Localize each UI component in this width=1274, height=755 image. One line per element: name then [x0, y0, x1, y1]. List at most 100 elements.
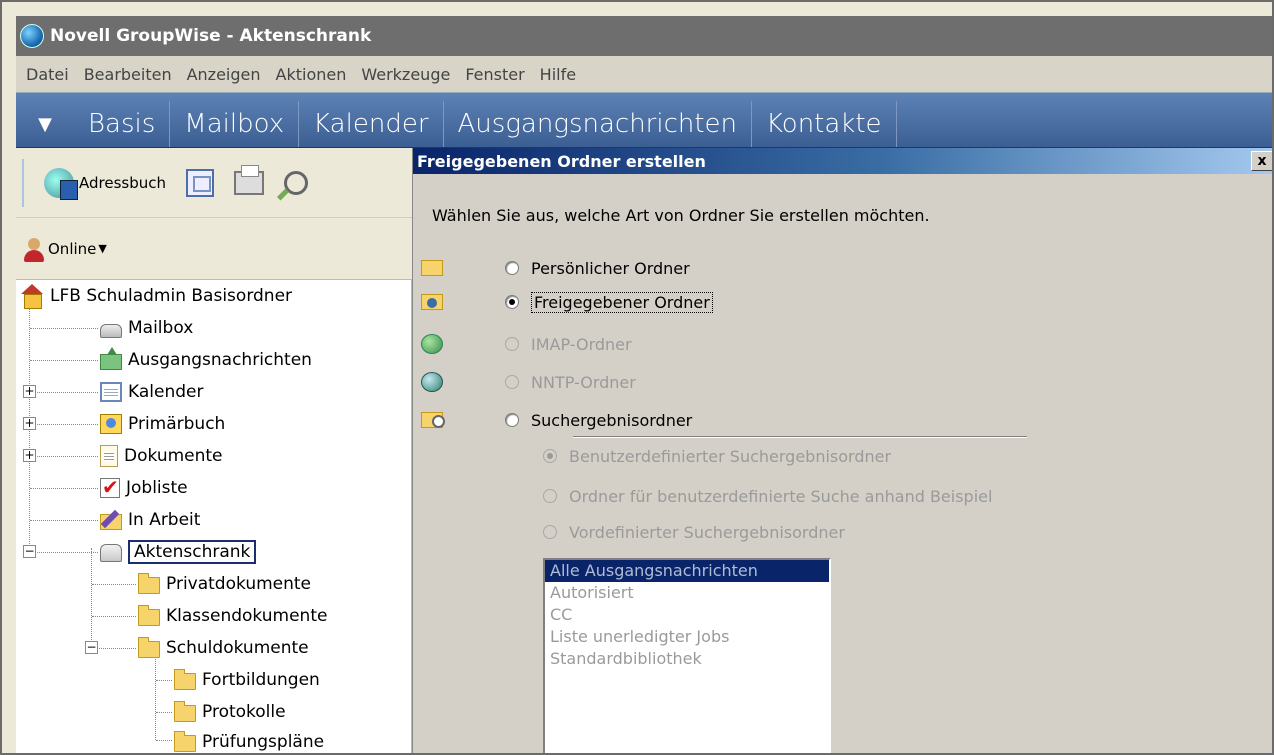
- tree-item-fortbildungen[interactable]: Fortbildungen: [174, 664, 320, 696]
- menu-fenster[interactable]: Fenster: [465, 65, 524, 84]
- expand-primaerbuch-icon[interactable]: +: [23, 417, 36, 430]
- radio-search-results-folder[interactable]: [505, 413, 519, 427]
- tree-item-jobliste[interactable]: Jobliste: [100, 472, 188, 504]
- list-item[interactable]: Alle Ausgangsnachrichten: [545, 560, 829, 582]
- option-nntp-folder[interactable]: NNTP-Ordner: [505, 368, 636, 396]
- option-label: Benutzerdefinierter Suchergebnisordner: [569, 446, 892, 466]
- addressbook-label: Adressbuch: [79, 173, 166, 192]
- search-icon: [284, 170, 308, 195]
- tab-mailbox[interactable]: Mailbox: [170, 101, 300, 147]
- dialog-prompt: Wählen Sie aus, welche Art von Ordner Si…: [432, 206, 930, 225]
- window-title: Novell GroupWise - Aktenschrank: [50, 26, 372, 46]
- expand-kalender-icon[interactable]: +: [23, 385, 36, 398]
- tree-root-label: LFB Schuladmin Basisordner: [50, 286, 293, 306]
- radio-shared-folder[interactable]: [505, 295, 519, 309]
- user-status-icon: [22, 236, 46, 262]
- calendar-button[interactable]: [180, 162, 220, 204]
- tree-item-in-arbeit[interactable]: In Arbeit: [100, 504, 200, 536]
- tree-item-dokumente[interactable]: Dokumente: [100, 440, 223, 472]
- expand-dokumente-icon[interactable]: +: [23, 449, 36, 462]
- menu-datei[interactable]: Datei: [26, 65, 69, 84]
- cabinet-icon: [100, 544, 122, 562]
- suboption-custom-search[interactable]: Benutzerdefinierter Suchergebnisordner: [543, 442, 891, 470]
- calendar-icon: [100, 382, 122, 402]
- print-button[interactable]: [228, 162, 270, 204]
- radio-personal-folder[interactable]: [505, 261, 519, 275]
- folder-icon: [138, 637, 160, 658]
- contacts-book-icon: [100, 414, 122, 434]
- tab-ausgangsnachrichten[interactable]: Ausgangsnachrichten: [444, 101, 753, 147]
- title-bar: Novell GroupWise - Aktenschrank: [16, 16, 1272, 56]
- addressbook-button[interactable]: Adressbuch: [38, 162, 172, 204]
- tab-kontakte[interactable]: Kontakte: [752, 101, 897, 147]
- option-search-results-folder[interactable]: Suchergebnisordner: [505, 406, 692, 434]
- menu-anzeigen[interactable]: Anzeigen: [187, 65, 261, 84]
- tab-basis[interactable]: Basis: [74, 101, 171, 147]
- toolbar: Adressbuch: [16, 148, 412, 218]
- menu-aktionen[interactable]: Aktionen: [276, 65, 347, 84]
- tree-item-label: Primärbuch: [128, 414, 226, 434]
- radio-imap-folder[interactable]: [505, 337, 519, 351]
- option-shared-folder[interactable]: Freigegebener Ordner: [505, 288, 713, 316]
- tree-item-label: Fortbildungen: [202, 670, 320, 690]
- folder-icon: [138, 605, 160, 626]
- menu-werkzeuge[interactable]: Werkzeuge: [361, 65, 450, 84]
- collapse-aktenschrank-icon[interactable]: −: [23, 545, 36, 558]
- menu-hilfe[interactable]: Hilfe: [540, 65, 576, 84]
- tree-item-ausgangsnachrichten[interactable]: Ausgangsnachrichten: [100, 344, 312, 376]
- option-imap-folder[interactable]: IMAP-Ordner: [505, 330, 632, 358]
- tree-item-aktenschrank[interactable]: Aktenschrank: [100, 536, 257, 568]
- tree-item-label: Dokumente: [124, 446, 223, 466]
- list-item[interactable]: Autorisiert: [545, 582, 829, 604]
- online-label: Online: [48, 239, 97, 258]
- folder-icon: [174, 669, 196, 690]
- tree-item-label: Schuldokumente: [166, 638, 309, 658]
- personal-folder-icon: [421, 260, 443, 276]
- tree-item-klassendokumente[interactable]: Klassendokumente: [138, 600, 327, 632]
- radio-nntp-folder[interactable]: [505, 375, 519, 389]
- suboption-predefined-search[interactable]: Vordefinierter Suchergebnisordner: [543, 518, 845, 546]
- imap-globe-icon: [421, 334, 443, 354]
- suboption-search-by-example[interactable]: Ordner für benutzerdefinierte Suche anha…: [543, 482, 992, 510]
- document-icon: [100, 445, 118, 467]
- radio-predefined-search[interactable]: [543, 525, 557, 539]
- option-personal-folder[interactable]: Persönlicher Ordner: [505, 254, 690, 282]
- work-in-progress-icon: [100, 514, 122, 530]
- mailbox-icon: [100, 323, 122, 338]
- nav-dropdown-icon[interactable]: ▼: [16, 101, 74, 147]
- collapse-schuldokumente-icon[interactable]: −: [85, 641, 98, 654]
- tree-item-label: Protokolle: [202, 702, 286, 722]
- tree-item-pruefungsplaene[interactable]: Prüfungspläne: [174, 726, 324, 753]
- tree-item-label: Privatdokumente: [166, 574, 312, 594]
- folder-icon: [174, 731, 196, 752]
- predefined-search-list[interactable]: Alle Ausgangsnachrichten Autorisiert CC …: [543, 558, 831, 753]
- tree-item-kalender[interactable]: Kalender: [100, 376, 203, 408]
- online-status-button[interactable]: Online ▼: [16, 218, 412, 280]
- printer-icon: [234, 164, 264, 195]
- outbox-icon: [100, 347, 122, 370]
- tree-item-privatdokumente[interactable]: Privatdokumente: [138, 568, 311, 600]
- radio-search-by-example[interactable]: [543, 489, 557, 503]
- list-item[interactable]: Liste unerledigter Jobs: [545, 626, 829, 648]
- dialog-title: Freigegebenen Ordner erstellen: [417, 151, 706, 171]
- radio-custom-search[interactable]: [543, 449, 557, 463]
- checklist-icon: [100, 475, 120, 499]
- tree-item-label: In Arbeit: [128, 510, 201, 530]
- search-button[interactable]: [278, 162, 314, 204]
- tree-item-schuldokumente[interactable]: Schuldokumente: [138, 632, 309, 664]
- groupwise-window: Novell GroupWise - Aktenschrank Datei Be…: [0, 0, 1274, 755]
- option-label: Freigegebener Ordner: [531, 291, 713, 313]
- menu-bearbeiten[interactable]: Bearbeiten: [84, 65, 172, 84]
- tab-kalender[interactable]: Kalender: [299, 101, 444, 147]
- tree-item-label: Mailbox: [128, 318, 194, 338]
- tree-item-primaerbuch[interactable]: Primärbuch: [100, 408, 225, 440]
- tree-root[interactable]: LFB Schuladmin Basisordner: [20, 280, 292, 312]
- tree-item-protokolle[interactable]: Protokolle: [174, 696, 286, 728]
- tree-item-mailbox[interactable]: Mailbox: [100, 312, 193, 344]
- option-label: Ordner für benutzerdefinierte Suche anha…: [569, 486, 993, 506]
- list-item[interactable]: Standardbibliothek: [545, 648, 829, 670]
- list-item[interactable]: CC: [545, 604, 829, 626]
- close-icon[interactable]: x: [1251, 151, 1272, 171]
- groupwise-logo-icon: [20, 24, 44, 48]
- nntp-globe-icon: [421, 372, 443, 392]
